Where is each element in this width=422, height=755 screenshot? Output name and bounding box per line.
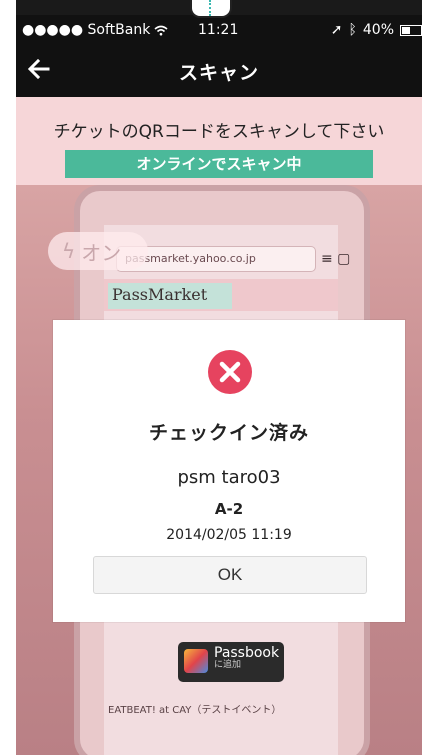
notch-decoration bbox=[190, 0, 232, 18]
back-arrow-icon[interactable] bbox=[27, 55, 50, 85]
wifi-icon bbox=[154, 25, 168, 35]
passbook-sub-label: に追加 bbox=[214, 660, 242, 671]
checkin-dialog: チェックイン済み psm taro03 A-2 2014/02/05 11:19… bbox=[53, 320, 405, 622]
passbook-button: Passbook に追加 bbox=[178, 642, 284, 682]
online-status-badge: オンラインでスキャン中 bbox=[65, 150, 373, 178]
dialog-title: チェックイン済み bbox=[148, 422, 309, 444]
error-x-icon bbox=[208, 350, 252, 394]
page-title: スキャン bbox=[178, 61, 259, 84]
carrier-label: ●●●●● SoftBank bbox=[22, 22, 168, 38]
ok-button[interactable]: OK bbox=[93, 556, 367, 594]
flash-toggle[interactable]: ϟ オン bbox=[48, 232, 148, 270]
status-bar: ●●●●● SoftBank 11:21 ➚ ᛒ 40% bbox=[16, 15, 422, 45]
battery-percent: 40% bbox=[362, 22, 394, 38]
phone-screen: ●●●●● SoftBank 11:21 ➚ ᛒ 40% スキャン チケットのQ… bbox=[16, 0, 422, 755]
checkin-datetime: 2014/02/05 11:19 bbox=[166, 527, 292, 543]
seat-number: A-2 bbox=[214, 500, 244, 518]
passbook-icon bbox=[184, 649, 208, 673]
status-time: 11:21 bbox=[198, 22, 239, 38]
passmarket-logo: PassMarket bbox=[108, 283, 232, 309]
scan-instruction: チケットのQRコードをスキャンして下さい bbox=[53, 122, 385, 142]
event-text: EATBEAT! at CAY（テストイベント） bbox=[108, 705, 282, 716]
location-icon: ➚ bbox=[330, 22, 343, 38]
scan-banner: チケットのQRコードをスキャンして下さい オンラインでスキャン中 bbox=[16, 97, 422, 185]
nav-bar: スキャン bbox=[16, 45, 422, 97]
battery-icon bbox=[400, 24, 422, 36]
flash-icon: ϟ bbox=[62, 239, 76, 263]
flash-label: オン bbox=[81, 240, 122, 265]
bluetooth-icon: ᛒ bbox=[348, 22, 357, 38]
scanned-menu-icon: ≡ ▢ bbox=[321, 251, 351, 267]
attendee-name: psm taro03 bbox=[177, 467, 281, 488]
